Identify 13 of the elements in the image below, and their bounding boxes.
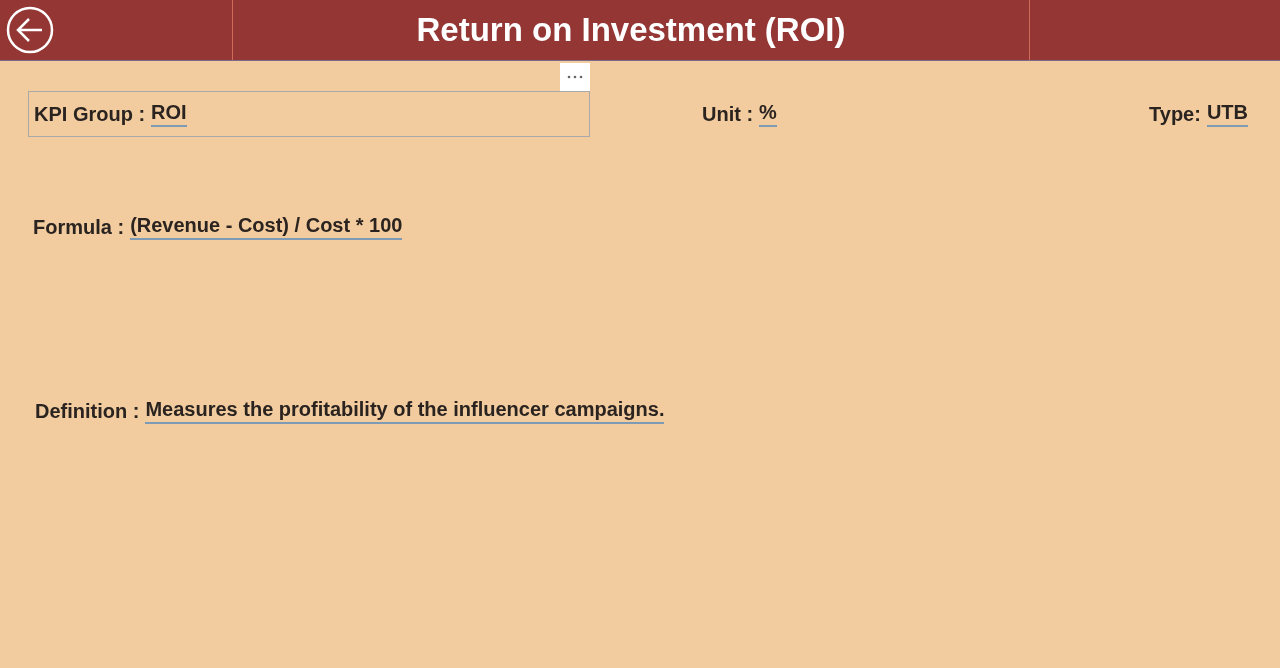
back-button[interactable] [6,6,54,54]
field-label: KPI Group : [34,102,146,126]
field-label: Formula : [33,215,125,239]
field-value: ROI [151,101,187,127]
field-label: Type: [1149,102,1201,126]
formula-value: (Revenue - Cost) / Cost * 100 [130,214,403,240]
field-value: % [759,101,777,127]
field-label: Definition : [35,399,140,423]
field-value: UTB [1206,101,1248,127]
definition-value: Measures the profitability of the influencer campaigns. [145,398,665,424]
field-label: Unit : [702,102,754,126]
page-title: Return on Investment (ROI) [416,11,846,49]
more-icon [567,75,583,79]
